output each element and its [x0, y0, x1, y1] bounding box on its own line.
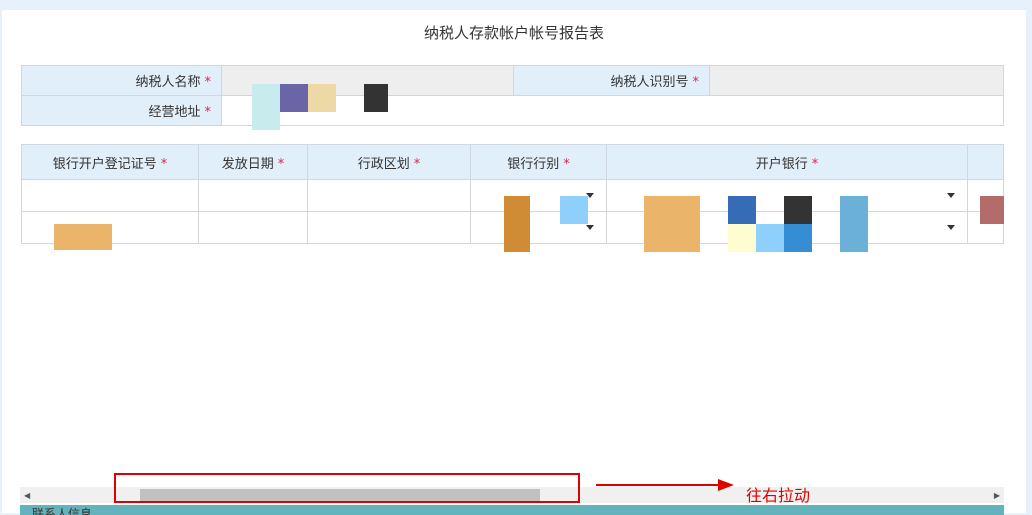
- arrow-line: [596, 484, 720, 486]
- redaction: [728, 196, 756, 224]
- highlight-box: [114, 473, 580, 503]
- redaction: [364, 84, 388, 112]
- redaction: [560, 196, 588, 224]
- redaction: [728, 224, 756, 252]
- contact-section-header[interactable]: 联系人信息: [20, 505, 1004, 515]
- scroll-right-icon[interactable]: ▶: [994, 491, 1000, 500]
- contact-section-label: 联系人信息: [32, 507, 93, 515]
- page-title: 纳税人存款帐户帐号报告表: [423, 24, 604, 42]
- cell[interactable]: [307, 179, 471, 212]
- address-label: 经营地址 *: [21, 95, 222, 126]
- redaction: [840, 196, 868, 252]
- taxpayer-id-label: 纳税人识别号 *: [513, 65, 710, 96]
- col-header-issue-date[interactable]: 发放日期 *: [198, 144, 308, 180]
- cell[interactable]: [21, 179, 199, 212]
- redaction: [308, 84, 336, 112]
- arrow-right-icon: [718, 479, 734, 491]
- address-field[interactable]: [221, 95, 1004, 126]
- col-header-bank-type[interactable]: 银行行别 *: [470, 144, 607, 180]
- cell[interactable]: [198, 211, 308, 244]
- cell[interactable]: [198, 179, 308, 212]
- taxpayer-info-form: 纳税人名称 * 纳税人识别号 * 经营地址 *: [21, 65, 1004, 126]
- col-header-region[interactable]: 行政区划 *: [307, 144, 471, 180]
- col-header-registration-no[interactable]: 银行开户登记证号 *: [21, 144, 199, 180]
- cell[interactable]: [307, 211, 471, 244]
- redaction: [784, 196, 812, 224]
- redaction: [504, 196, 530, 252]
- redaction: [252, 84, 280, 130]
- redaction: [756, 224, 784, 252]
- report-panel: 纳税人存款帐户帐号报告表 纳税人名称 * 纳税人识别号 * 经营地址 * 银行开户登记…: [2, 10, 1026, 513]
- redaction: [980, 196, 1004, 224]
- annotation-text: 往右拉动: [746, 486, 811, 505]
- col-header-next: [967, 144, 1004, 180]
- redaction: [784, 224, 812, 252]
- scroll-left-icon[interactable]: ◀: [24, 491, 30, 500]
- redaction: [54, 224, 112, 250]
- redaction: [280, 84, 308, 112]
- col-header-bank[interactable]: 开户银行 *: [606, 144, 968, 180]
- redaction: [644, 196, 700, 252]
- taxpayer-id-field[interactable]: [709, 65, 1004, 96]
- taxpayer-name-label: 纳税人名称 *: [21, 65, 222, 96]
